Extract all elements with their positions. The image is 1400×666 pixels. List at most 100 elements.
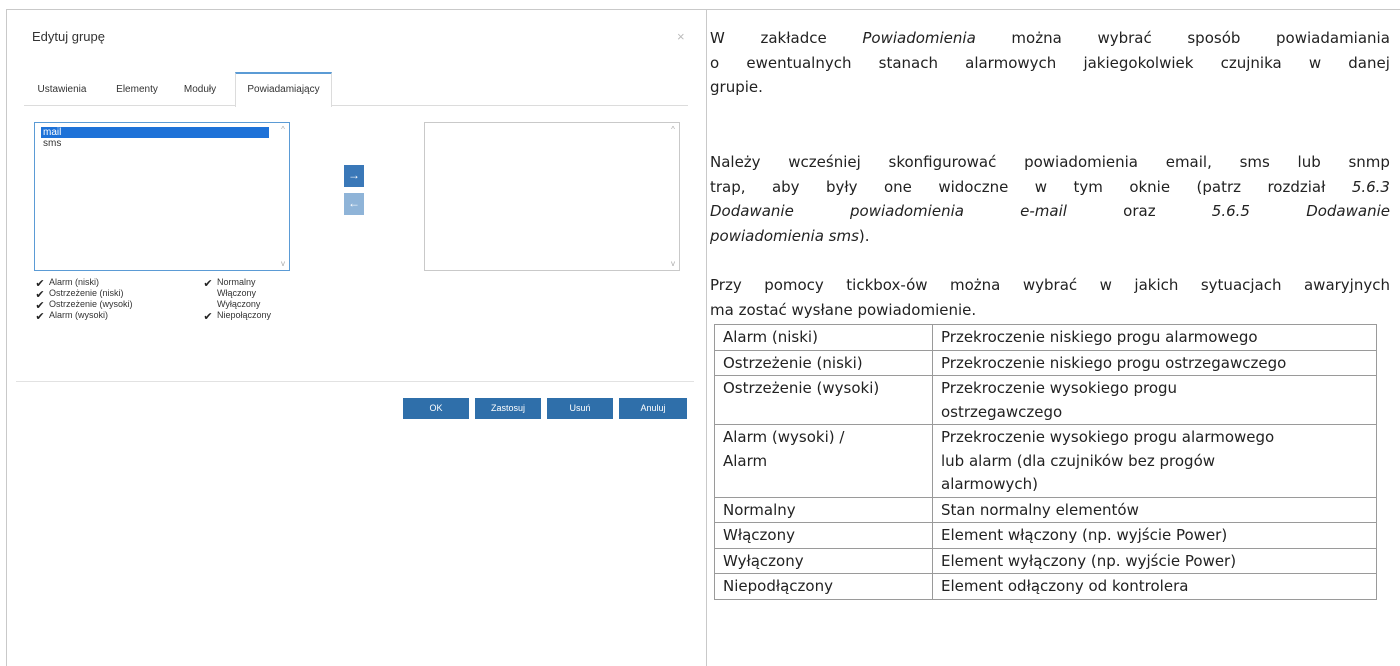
table-row: Ostrzeżenie (wysoki) Przekroczenie wysoki…: [714, 375, 1377, 425]
state-description-cell: Przekroczenie niskiego progu alarmowego: [932, 324, 1377, 351]
word: pomocy: [764, 276, 824, 294]
word: aby: [771, 177, 800, 196]
table-row: Niepodłączony Element odłączony od kontro…: [714, 573, 1377, 600]
checkmark-icon[interactable]: ✔: [202, 312, 214, 323]
state-description-cell: Przekroczenie niskiego progu ostrzegawcz…: [932, 349, 1377, 376]
scrollbar[interactable]: ^ v: [667, 123, 679, 270]
state-name-cell: Normalny: [714, 496, 933, 523]
word: ewentualnych: [746, 53, 852, 72]
word: wybrać: [1022, 276, 1078, 294]
scroll-down-icon[interactable]: v: [667, 259, 679, 268]
state-description-cell: Przekroczenie wysokiego progu ostrzegawcz…: [932, 375, 1377, 425]
word: oraz: [1123, 202, 1156, 220]
word: danej: [1348, 53, 1390, 72]
text-line: Przy pomocy tickbox-ów można wybrać w jakich sy…: [710, 273, 1390, 298]
word: widoczne: [938, 177, 1009, 196]
word: lub: [1297, 153, 1321, 171]
cancel-button[interactable]: Anuluj: [619, 398, 687, 419]
word: Dodawanie: [1306, 202, 1390, 220]
checkbox-label: Alarm (wysoki): [49, 310, 109, 320]
list-item[interactable]: mail: [41, 127, 269, 138]
delete-button[interactable]: Usuń: [547, 398, 613, 419]
tab-bar: Ustawienia Elementy Moduły Powiadamiając…: [24, 72, 688, 107]
checkbox-label: Alarm (niski): [49, 277, 100, 287]
state-name-cell: Alarm (wysoki) / Alarm: [714, 424, 933, 498]
state-name-cell: Alarm (niski): [714, 324, 933, 351]
word: tym: [1073, 177, 1103, 196]
state-description-cell: Element wyłączony (np. wyjście Power): [932, 547, 1377, 574]
checkbox-label: Włączony: [217, 288, 257, 298]
checkbox-empty-icon[interactable]: [202, 287, 214, 298]
word: były: [826, 177, 858, 196]
table-row: Alarm (wysoki) / Alarm Przekroczenie wysok…: [714, 424, 1377, 498]
text-line: Wzakładce Powiadomienia można wybrać sposób p…: [710, 26, 1390, 51]
add-notifier-button[interactable]: →: [344, 165, 364, 187]
word: one: [883, 177, 912, 196]
word: zakładce: [760, 29, 827, 47]
checkbox-empty-icon[interactable]: [202, 298, 214, 309]
state-description-cell: Element włączony (np. wyjście Power): [932, 522, 1377, 549]
state-name-cell: Ostrzeżenie (wysoki): [714, 375, 933, 425]
available-notifiers-list[interactable]: mail sms ^ v: [34, 122, 290, 271]
table-row: Włączony Element włączony (np. wyjście Po…: [714, 522, 1377, 549]
word: Dodawanie: [710, 202, 794, 220]
ok-button[interactable]: OK: [403, 398, 469, 419]
word: powiadamiania: [1276, 29, 1390, 47]
screenshot-cell: [6, 9, 706, 666]
tab-moduly[interactable]: Moduły: [175, 72, 225, 106]
scrollbar[interactable]: ^ v: [277, 123, 289, 270]
word: 5.6.5: [1211, 202, 1250, 220]
word: oknie: [1129, 177, 1171, 196]
tab-powiadamiajacy[interactable]: Powiadamiający: [235, 72, 332, 107]
state-description-cell: Element odłączony od kontrolera: [932, 573, 1377, 600]
state-description-cell: Stan normalny elementów: [932, 496, 1377, 523]
word: (patrz: [1196, 177, 1242, 196]
word: sms: [1239, 153, 1270, 171]
checkbox-row[interactable]: ✔ Alarm (wysoki): [34, 309, 109, 323]
tab-elementy[interactable]: Elementy: [104, 72, 170, 106]
tab-ustawienia[interactable]: Ustawienia: [27, 72, 97, 106]
table-row: Normalny Stan normalny elementów: [714, 496, 1377, 523]
remove-notifier-button[interactable]: ←: [344, 193, 364, 215]
word: Powiadomienia: [862, 29, 976, 47]
checkbox-row[interactable]: ✔ Niepołączony: [202, 309, 271, 323]
word: powiadomienia sms).: [710, 226, 870, 245]
state-name-cell: Niepodłączony: [714, 573, 933, 600]
word: awaryjnych: [1303, 276, 1390, 294]
word: jakich: [1134, 276, 1179, 294]
word: sytuacjach: [1200, 276, 1282, 294]
states-table: Alarm (niski) Przekroczenie niskiego prog…: [714, 324, 1377, 600]
table-row: Ostrzeżenie (niski) Przekroczenie niskieg…: [714, 349, 1377, 376]
word: w: [1034, 177, 1048, 196]
word: e-mail: [1020, 202, 1067, 220]
state-name-cell: Włączony: [714, 522, 933, 549]
word: Przy: [710, 276, 742, 294]
word: 5.6.3: [1351, 177, 1390, 196]
word: rozdział: [1267, 177, 1326, 196]
word: stanach: [878, 53, 938, 72]
checkbox-label: Ostrzeżenie (wysoki): [49, 299, 133, 309]
table-row: Alarm (niski) Przekroczenie niskiego prog…: [714, 324, 1377, 351]
paragraph-3: Przy pomocy tickbox-ów można wybrać w jakich sy…: [710, 273, 1390, 322]
checkbox-label: Wyłączony: [217, 299, 261, 309]
word: snmp: [1348, 153, 1390, 171]
word: Należy: [710, 153, 761, 171]
list-item[interactable]: sms: [41, 138, 269, 149]
close-icon[interactable]: ×: [677, 29, 685, 44]
word: wybrać: [1097, 29, 1152, 47]
scroll-up-icon[interactable]: ^: [667, 125, 679, 134]
state-name-cell: Ostrzeżenie (niski): [714, 349, 933, 376]
dialog-title: Edytuj grupę: [32, 29, 105, 44]
checkmark-icon[interactable]: ✔: [34, 312, 46, 323]
assigned-notifiers-list[interactable]: ^ v: [424, 122, 680, 271]
word: w: [1099, 276, 1112, 294]
word: email,: [1165, 153, 1212, 171]
word: czujnika: [1220, 53, 1282, 72]
checkbox-label: Normalny: [217, 277, 256, 287]
text-line: Dodawanie powiadomienia e-mail oraz 5.6.5 Dod…: [710, 199, 1390, 224]
word: sposób: [1187, 29, 1241, 47]
scroll-down-icon[interactable]: v: [277, 259, 289, 268]
apply-button[interactable]: Zastosuj: [475, 398, 541, 419]
scroll-up-icon[interactable]: ^: [277, 125, 289, 134]
table-row: Wyłączony Element wyłączony (np. wyjście …: [714, 547, 1377, 574]
